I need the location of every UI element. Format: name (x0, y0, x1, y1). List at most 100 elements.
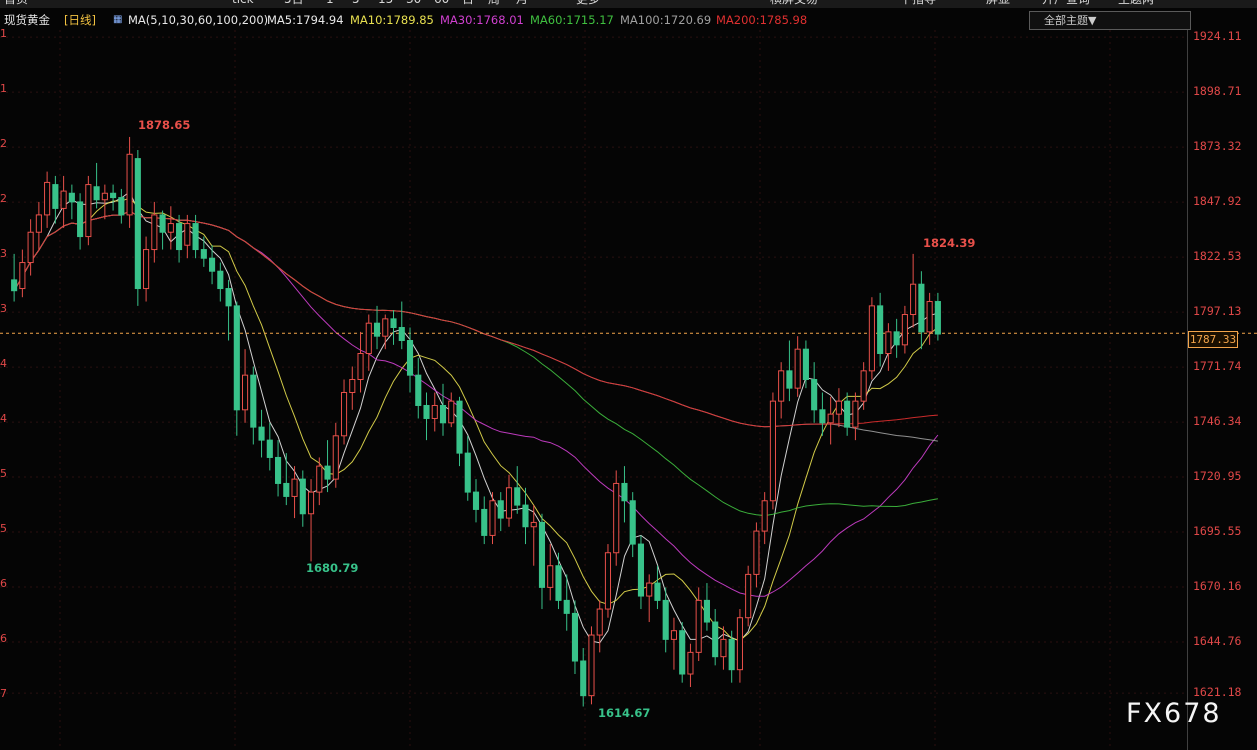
left-tick-label: 6 (0, 577, 7, 590)
y-tick-label: 1924.11 (1193, 29, 1242, 44)
candle-body (299, 478, 306, 515)
candle-body (571, 612, 579, 662)
candle-body (538, 521, 546, 588)
candle-body (27, 231, 34, 264)
toolbar-item-24[interactable]: 主题两 (1118, 0, 1154, 7)
candlestick-chart[interactable] (0, 0, 1257, 750)
toolbar-item-11[interactable]: 周 (488, 0, 500, 7)
candle-body (184, 223, 191, 246)
candle-body (167, 223, 174, 233)
candle-body (176, 223, 183, 251)
candle-body (398, 327, 405, 342)
toolbar-item-19[interactable]: 横屏交易 (770, 0, 818, 7)
toolbar-item-7[interactable]: 15 (378, 0, 393, 7)
candle-body (11, 279, 18, 292)
candle-body (126, 153, 133, 216)
candle-body (860, 370, 867, 402)
candle-body (472, 491, 480, 510)
toolbar-item-10[interactable]: 日 (462, 0, 474, 7)
toolbar-item-12[interactable]: 月 (516, 0, 528, 7)
y-tick-label: 1771.74 (1193, 359, 1242, 374)
current-price-tag: 1787.33 (1188, 331, 1238, 348)
candle-body (835, 400, 842, 415)
candle-body (52, 184, 59, 209)
candle-body (85, 184, 92, 238)
candle-body (448, 400, 455, 424)
candle-body (217, 270, 224, 290)
candle-body (324, 465, 331, 480)
candle-body (159, 214, 166, 233)
y-tick-label: 1822.53 (1193, 249, 1242, 264)
candle-body (406, 340, 414, 376)
grid-icon: ▦ (113, 14, 123, 25)
annotation-low-1614: 1614.67 (598, 706, 651, 720)
ma-params: MA(5,10,30,60,100,200) (128, 13, 269, 27)
theme-select[interactable]: 全部主题▼ (1029, 11, 1191, 30)
theme-select-label: 全部主题▼ (1044, 14, 1097, 27)
top-toolbar[interactable]: 首页tick5日15153060日周月更多横屏交易下指导屏显开户查询主题两 (0, 0, 1257, 8)
toolbar-item-5[interactable]: 1 (326, 0, 334, 7)
left-tick-label: 4 (0, 357, 7, 370)
candle-body (918, 283, 925, 333)
candle-body (60, 190, 67, 209)
ma30-line (13, 210, 939, 597)
candle-body (151, 214, 158, 251)
y-tick-label: 1847.92 (1193, 194, 1242, 209)
ma30-value: MA30:1768.01 (440, 13, 524, 27)
toolbar-item-8[interactable]: 30 (406, 0, 421, 7)
toolbar-item-3[interactable]: tick (232, 0, 254, 7)
candle-body (637, 543, 645, 597)
candle-body (266, 439, 273, 458)
toolbar-item-6[interactable]: 5 (352, 0, 360, 7)
candle-body (340, 391, 348, 437)
candle-body (852, 400, 859, 428)
candle-body (786, 370, 793, 389)
candle-body (242, 374, 249, 411)
candle-body (489, 500, 496, 536)
candle-body (316, 465, 323, 493)
toolbar-item-0[interactable]: 首页 (4, 0, 28, 7)
toolbar-item-9[interactable]: 60 (434, 0, 449, 7)
ma60-value: MA60:1715.17 (530, 13, 614, 27)
toolbar-item-20[interactable]: 下指导 (900, 0, 936, 7)
ma5-value: MA5:1794.94 (267, 13, 344, 27)
candle-body (274, 456, 282, 484)
candle-body (621, 482, 628, 502)
candle-body (703, 599, 710, 623)
y-tick-label: 1621.18 (1193, 685, 1242, 700)
candle-body (209, 257, 216, 272)
candle-body (646, 582, 653, 597)
candle-body (901, 314, 908, 346)
y-tick-label: 1644.76 (1193, 634, 1242, 649)
candle-body (547, 565, 554, 588)
ma10-value: MA10:1789.85 (350, 13, 434, 27)
ma5-line (13, 191, 939, 644)
ma10-line (13, 197, 939, 641)
y-tick-label: 1873.32 (1193, 139, 1242, 154)
instrument-name: 现货黄金 (4, 13, 50, 27)
candle-body (439, 404, 447, 424)
candle-body (654, 582, 661, 601)
candle-body (629, 500, 636, 545)
left-tick-label: 5 (0, 522, 7, 535)
toolbar-item-4[interactable]: 5日 (284, 0, 304, 7)
candle-body (382, 318, 389, 337)
left-tick-label: 7 (0, 687, 7, 700)
candle-body (291, 478, 298, 497)
left-tick-label: 1 (0, 27, 7, 40)
y-tick-label: 1898.71 (1193, 84, 1242, 99)
candle-body (307, 491, 315, 515)
toolbar-item-23[interactable]: 开户查询 (1042, 0, 1090, 7)
candle-body (19, 262, 26, 290)
candle-body (134, 158, 141, 290)
left-tick-label: 3 (0, 302, 7, 315)
candle-body (555, 565, 562, 601)
toolbar-item-22[interactable]: 屏显 (986, 0, 1010, 7)
period-label[interactable]: [日线] (64, 10, 96, 30)
toolbar-item-14[interactable]: 更多 (576, 0, 600, 7)
candle-body (819, 409, 826, 424)
candle-body (827, 413, 834, 424)
y-tick-label: 1720.95 (1193, 469, 1242, 484)
candle-body (926, 301, 933, 333)
candle-body (505, 487, 513, 519)
